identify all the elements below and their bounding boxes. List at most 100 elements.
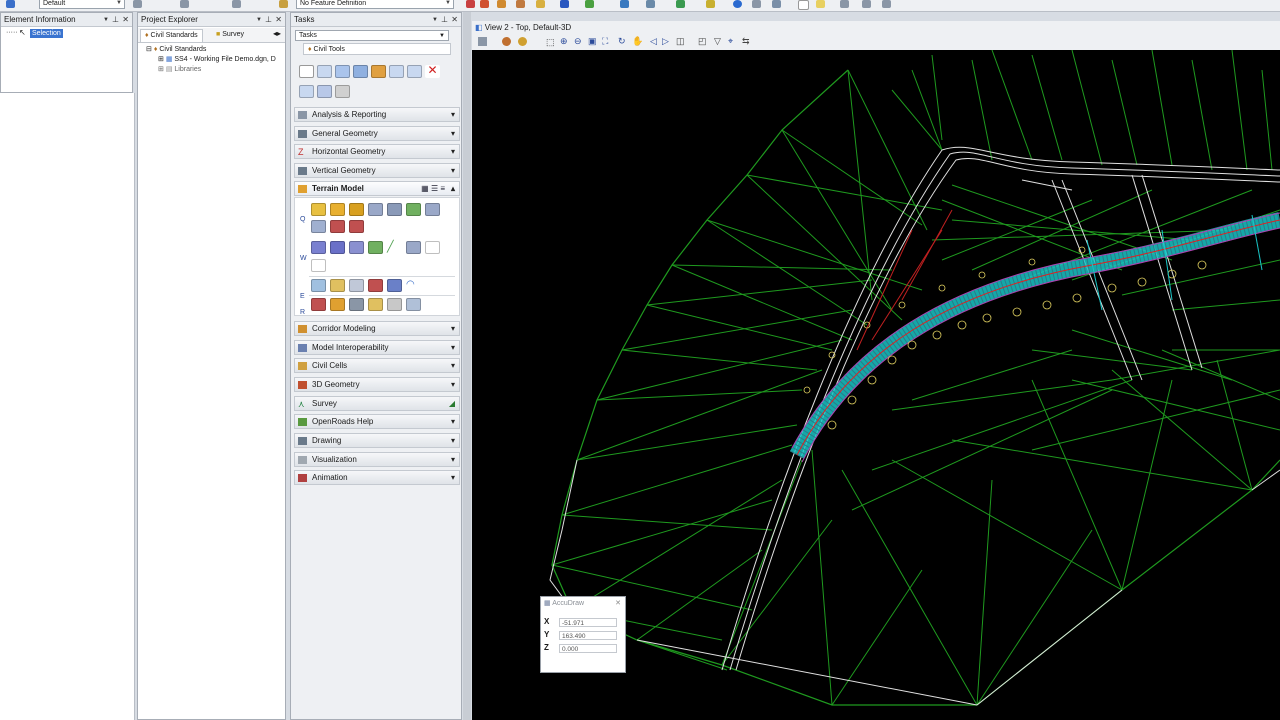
view-attributes-icon[interactable]	[478, 37, 487, 46]
tool-icon[interactable]	[299, 85, 314, 98]
terrain-tool-icon[interactable]	[368, 298, 383, 311]
view-previous-icon[interactable]: ◁	[650, 36, 657, 47]
pin-icon[interactable]: ⊥	[265, 13, 272, 27]
tool-icon[interactable]	[497, 0, 506, 8]
tool-icon[interactable]	[279, 0, 288, 8]
zoom-in-icon[interactable]: ⊕	[560, 36, 568, 47]
select-tool-icon[interactable]	[299, 65, 314, 78]
dropdown-icon[interactable]: ▼	[256, 13, 262, 27]
x-field[interactable]: -51.971	[559, 618, 617, 627]
tab-scroll-icon[interactable]: ◂▸	[273, 29, 281, 38]
pin-icon[interactable]: ⊥	[112, 13, 119, 27]
tree-item-working-file[interactable]: ⊞ ▦ SS4 - Working File Demo.dgn, D	[158, 55, 276, 65]
terrain-tool-icon[interactable]	[311, 241, 326, 254]
rotate-view-icon[interactable]: ↻	[618, 36, 626, 47]
terrain-tool-icon[interactable]	[406, 203, 421, 216]
terrain-tool-icon[interactable]	[330, 203, 345, 216]
group-corridor-modeling[interactable]: Corridor Modeling ▾	[294, 321, 460, 336]
view-next-icon[interactable]: ▷	[662, 36, 669, 47]
pan-view-icon[interactable]: ✋	[632, 36, 643, 47]
help-icon[interactable]	[733, 0, 742, 8]
tool-icon[interactable]	[232, 0, 241, 8]
layers-icon[interactable]	[6, 0, 15, 8]
redo-icon[interactable]	[882, 0, 891, 8]
tool-icon[interactable]	[676, 0, 685, 8]
terrain-tool-icon[interactable]	[425, 241, 440, 254]
terrain-tool-icon[interactable]	[368, 203, 383, 216]
terrain-tool-icon[interactable]: ╱	[387, 241, 402, 254]
terrain-tool-icon[interactable]	[349, 279, 364, 292]
tool-icon[interactable]	[585, 0, 594, 8]
feature-definition-combo[interactable]: No Feature Definition ▼	[296, 0, 454, 9]
terrain-tool-icon[interactable]	[349, 220, 364, 233]
tool-icon[interactable]	[407, 65, 422, 78]
tool-icon[interactable]	[706, 0, 715, 8]
y-field[interactable]: 163.490	[559, 631, 617, 640]
close-icon[interactable]: ✕	[122, 13, 129, 27]
group-openroads-help[interactable]: OpenRoads Help ▾	[294, 414, 460, 429]
tool-icon[interactable]	[646, 0, 655, 8]
group-general-geometry[interactable]: General Geometry ▾	[294, 126, 460, 141]
z-field[interactable]: 0.000	[559, 644, 617, 653]
terrain-tool-icon[interactable]	[349, 241, 364, 254]
view-mode-icon[interactable]: ▦ ☰ ≡	[421, 182, 445, 196]
clip-mask-icon[interactable]: ◰	[698, 36, 707, 47]
terrain-tool-icon[interactable]	[311, 279, 326, 292]
folder-icon[interactable]	[816, 0, 825, 8]
terrain-tool-icon[interactable]	[368, 241, 383, 254]
dropdown-icon[interactable]: ▼	[103, 13, 109, 27]
terrain-tool-icon[interactable]	[311, 259, 326, 272]
update-view-icon[interactable]: ⬚	[546, 37, 555, 48]
measure-icon[interactable]: ⌖	[728, 36, 733, 47]
tool-icon[interactable]	[180, 0, 189, 8]
tab-survey[interactable]: ■ Survey	[212, 29, 248, 41]
tool-icon[interactable]	[480, 0, 489, 8]
tool-icon[interactable]	[389, 65, 404, 78]
group-visualization[interactable]: Visualization ▾	[294, 452, 460, 467]
group-horizontal-geometry[interactable]: Z Horizontal Geometry ▾	[294, 144, 460, 159]
tree-item-civil-standards[interactable]: ⊟ ♦ Civil Standards	[146, 45, 206, 55]
tool-icon[interactable]	[317, 85, 332, 98]
group-3d-geometry[interactable]: 3D Geometry ▾	[294, 377, 460, 392]
tool-icon[interactable]	[371, 65, 386, 78]
terrain-tool-icon[interactable]	[387, 279, 402, 292]
tool-icon[interactable]	[560, 0, 569, 8]
terrain-tool-icon[interactable]	[349, 203, 364, 216]
tool-icon[interactable]	[620, 0, 629, 8]
group-animation[interactable]: Animation ▾	[294, 470, 460, 485]
terrain-tool-icon[interactable]	[387, 298, 402, 311]
terrain-tool-icon[interactable]	[330, 220, 345, 233]
delete-icon[interactable]: ✕	[425, 64, 440, 78]
close-icon[interactable]: ✕	[275, 13, 282, 27]
group-vertical-geometry[interactable]: Vertical Geometry ▾	[294, 163, 460, 178]
window-area-icon[interactable]: ▣	[588, 36, 597, 47]
tool-icon[interactable]	[353, 65, 368, 78]
tool-icon[interactable]	[772, 0, 781, 8]
settings-icon[interactable]	[335, 85, 350, 98]
tool-icon[interactable]	[798, 0, 809, 10]
terrain-tool-icon[interactable]	[425, 203, 440, 216]
camera-icon[interactable]: ▽	[714, 36, 721, 47]
terrain-tool-icon[interactable]	[349, 298, 364, 311]
close-icon[interactable]: ✕	[451, 13, 458, 27]
terrain-tool-icon[interactable]	[330, 241, 345, 254]
group-civil-cells[interactable]: Civil Cells ▾	[294, 358, 460, 373]
clip-volume-icon[interactable]: ◫	[676, 36, 685, 47]
group-analysis-reporting[interactable]: Analysis & Reporting ▾	[294, 107, 460, 122]
light-icon[interactable]	[518, 37, 527, 46]
civil-tools-header[interactable]: ♦ Civil Tools	[303, 43, 451, 55]
print-icon[interactable]	[840, 0, 849, 8]
tool-icon[interactable]	[335, 65, 350, 78]
fit-view-icon[interactable]: ⛶	[602, 36, 608, 47]
terrain-tool-icon[interactable]	[330, 279, 345, 292]
display-style-icon[interactable]	[502, 37, 511, 46]
group-drawing[interactable]: Drawing ▾	[294, 433, 460, 448]
tool-icon[interactable]	[466, 0, 475, 8]
tab-civil-standards[interactable]: ♦ Civil Standards	[140, 29, 203, 42]
panel-splitter[interactable]	[463, 12, 471, 720]
terrain-tool-icon[interactable]	[330, 298, 345, 311]
terrain-tool-icon[interactable]	[406, 241, 421, 254]
group-survey[interactable]: ⋏ Survey ◢	[294, 396, 460, 411]
view-toggle-icon[interactable]: ⇆	[742, 36, 750, 47]
tool-icon[interactable]	[752, 0, 761, 8]
